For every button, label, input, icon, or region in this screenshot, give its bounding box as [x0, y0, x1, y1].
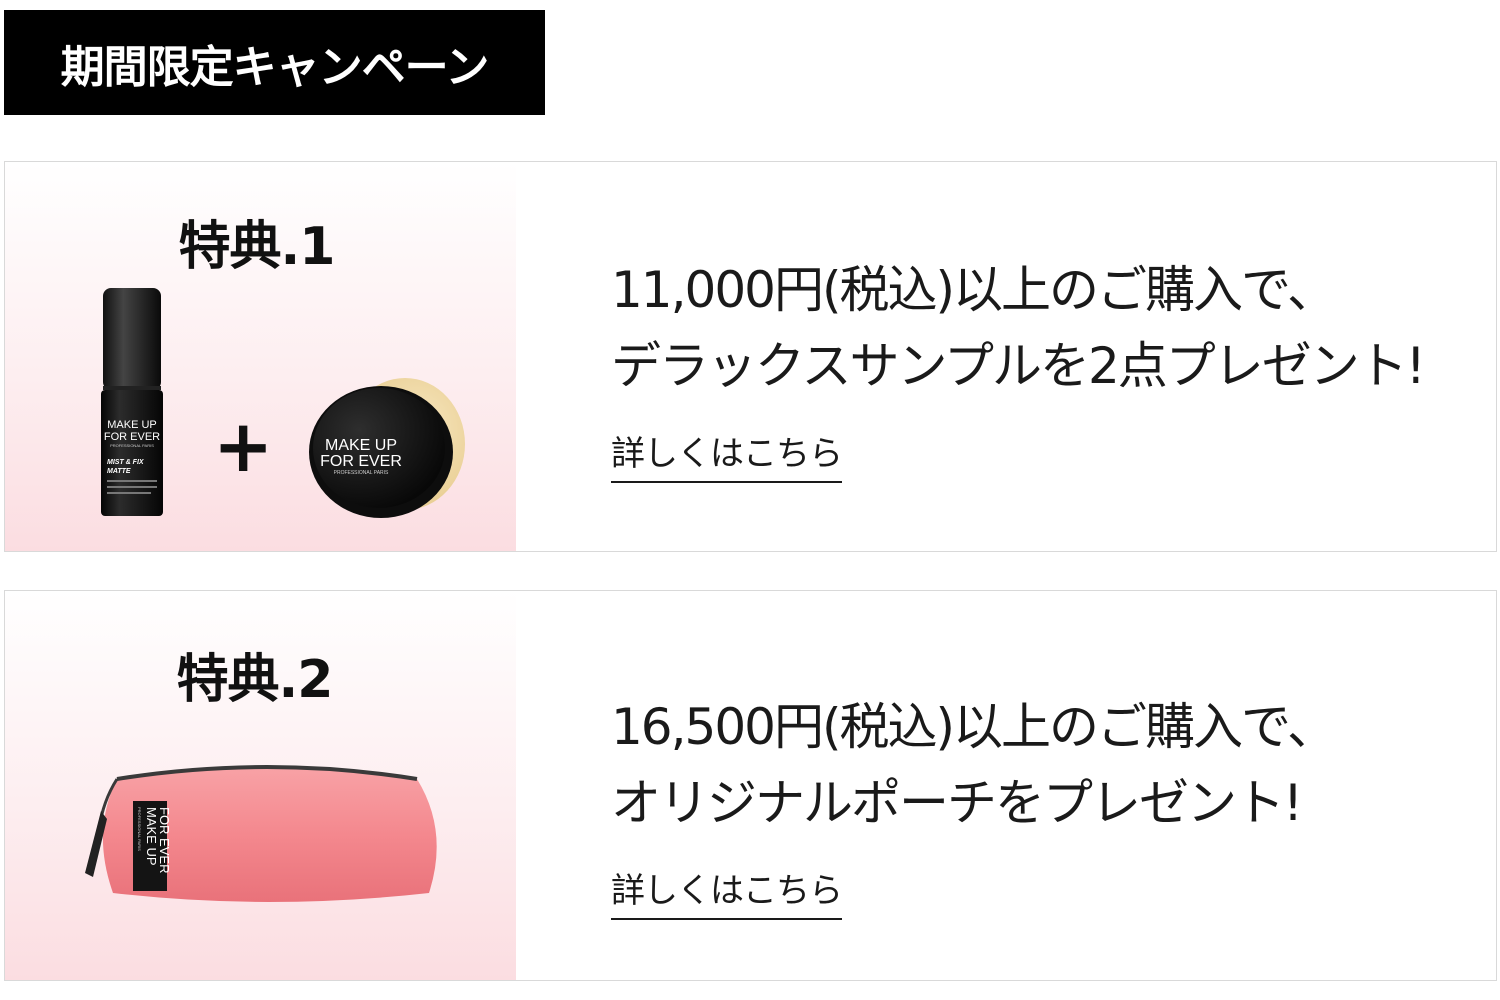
pouch-brand-line-2: FOR EVER: [157, 807, 172, 873]
benefit-visual-1: 特典.1 MAKE UP FOR EVER PROFESSIONAL PARIS…: [5, 162, 516, 551]
plus-sign: +: [213, 404, 274, 488]
benefit-card-1[interactable]: 特典.1 MAKE UP FOR EVER PROFESSIONAL PARIS…: [4, 161, 1497, 552]
jar-brand-line-3: PROFESSIONAL PARIS: [334, 470, 389, 476]
jar-brand-line-2: FOR EVER: [320, 453, 402, 470]
campaign-title: 期間限定キャンペーン: [60, 41, 490, 93]
offer-line-2: オリジナルポーチをプレゼント!: [611, 774, 1303, 832]
pouch-brand-line-1: MAKE UP: [144, 807, 159, 866]
spray-name-line-2: MATTE: [107, 468, 131, 475]
benefit-text-1: 11,000円(税込)以上のご購入で、 デラックスサンプルを2点プレゼント! 詳…: [611, 252, 1426, 483]
benefit-text-2: 16,500円(税込)以上のご購入で、 オリジナルポーチをプレゼント! 詳しくは…: [611, 689, 1337, 920]
offer-line-1: 11,000円(税込)以上のご購入で、: [611, 261, 1337, 319]
spray-brand-line-3: PROFESSIONAL PARIS: [110, 443, 154, 448]
spray-brand-line-1: MAKE UP: [107, 419, 157, 431]
details-link[interactable]: 詳しくはこちら: [611, 863, 843, 920]
benefit-visual-2: 特典.2 MAKE UP FOR EVER PROFESSIONAL PARIS: [5, 591, 516, 980]
powder-jar-image: MAKE UP FOR EVER PROFESSIONAL PARIS: [309, 378, 465, 518]
offer-line-1: 16,500円(税込)以上のご購入で、: [611, 698, 1337, 756]
benefit-card-2[interactable]: 特典.2 MAKE UP FOR EVER PROFESSIONAL PARIS…: [4, 590, 1497, 981]
mist-fix-spray-image: MAKE UP FOR EVER PROFESSIONAL PARIS MIST…: [101, 288, 163, 516]
pouch-brand-line-3: PROFESSIONAL PARIS: [137, 807, 142, 851]
campaign-header: 期間限定キャンペーン: [4, 10, 545, 115]
spray-name-line-1: MIST & FIX: [107, 459, 145, 466]
benefit-title: 特典.2: [176, 650, 334, 710]
details-link[interactable]: 詳しくはこちら: [611, 426, 843, 483]
benefit-title: 特典.1: [178, 217, 336, 277]
jar-brand-line-1: MAKE UP: [325, 437, 397, 454]
pouch-image: MAKE UP FOR EVER PROFESSIONAL PARIS: [85, 765, 437, 902]
offer-line-2: デラックスサンプルを2点プレゼント!: [611, 337, 1426, 395]
spray-brand-line-2: FOR EVER: [104, 431, 160, 443]
